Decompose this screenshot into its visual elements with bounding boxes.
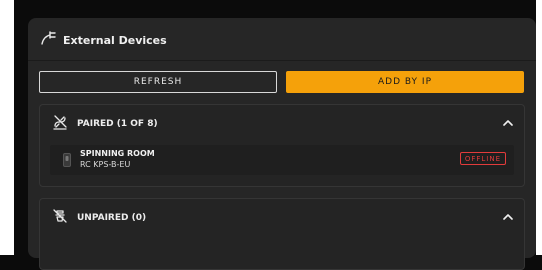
header-divider <box>28 60 536 61</box>
chevron-up-icon[interactable] <box>502 211 514 223</box>
cast-icon <box>40 29 58 51</box>
device-icon <box>63 153 71 167</box>
status-badge: OFFLINE <box>459 152 506 165</box>
window-edge-right <box>536 0 542 255</box>
device-model: RC KPS-B-EU <box>80 160 131 169</box>
paired-section-header[interactable]: PAIRED (1 OF 8) <box>52 114 158 134</box>
refresh-button[interactable]: REFRESH <box>39 71 277 93</box>
panel-title: External Devices <box>63 33 167 47</box>
device-row[interactable]: SPINNING ROOM RC KPS-B-EU OFFLINE <box>50 145 514 175</box>
device-name: SPINNING ROOM <box>80 149 155 158</box>
chevron-up-icon[interactable] <box>502 117 514 129</box>
unpaired-section: UNPAIRED (0) <box>39 198 525 270</box>
link-off-icon <box>52 114 68 134</box>
paired-section: PAIRED (1 OF 8) SPINNING ROOM RC KPS-B-E… <box>39 104 525 187</box>
external-devices-panel: External Devices REFRESH ADD BY IP PAIRE… <box>28 18 536 270</box>
panel-header: External Devices <box>40 30 167 50</box>
window-edge-left <box>0 0 14 255</box>
unpaired-section-label: UNPAIRED (0) <box>77 213 147 223</box>
paired-section-label: PAIRED (1 OF 8) <box>77 119 158 129</box>
unpaired-section-header[interactable]: UNPAIRED (0) <box>52 208 147 228</box>
unpaired-icon <box>52 208 68 228</box>
add-by-ip-button[interactable]: ADD BY IP <box>286 71 524 93</box>
